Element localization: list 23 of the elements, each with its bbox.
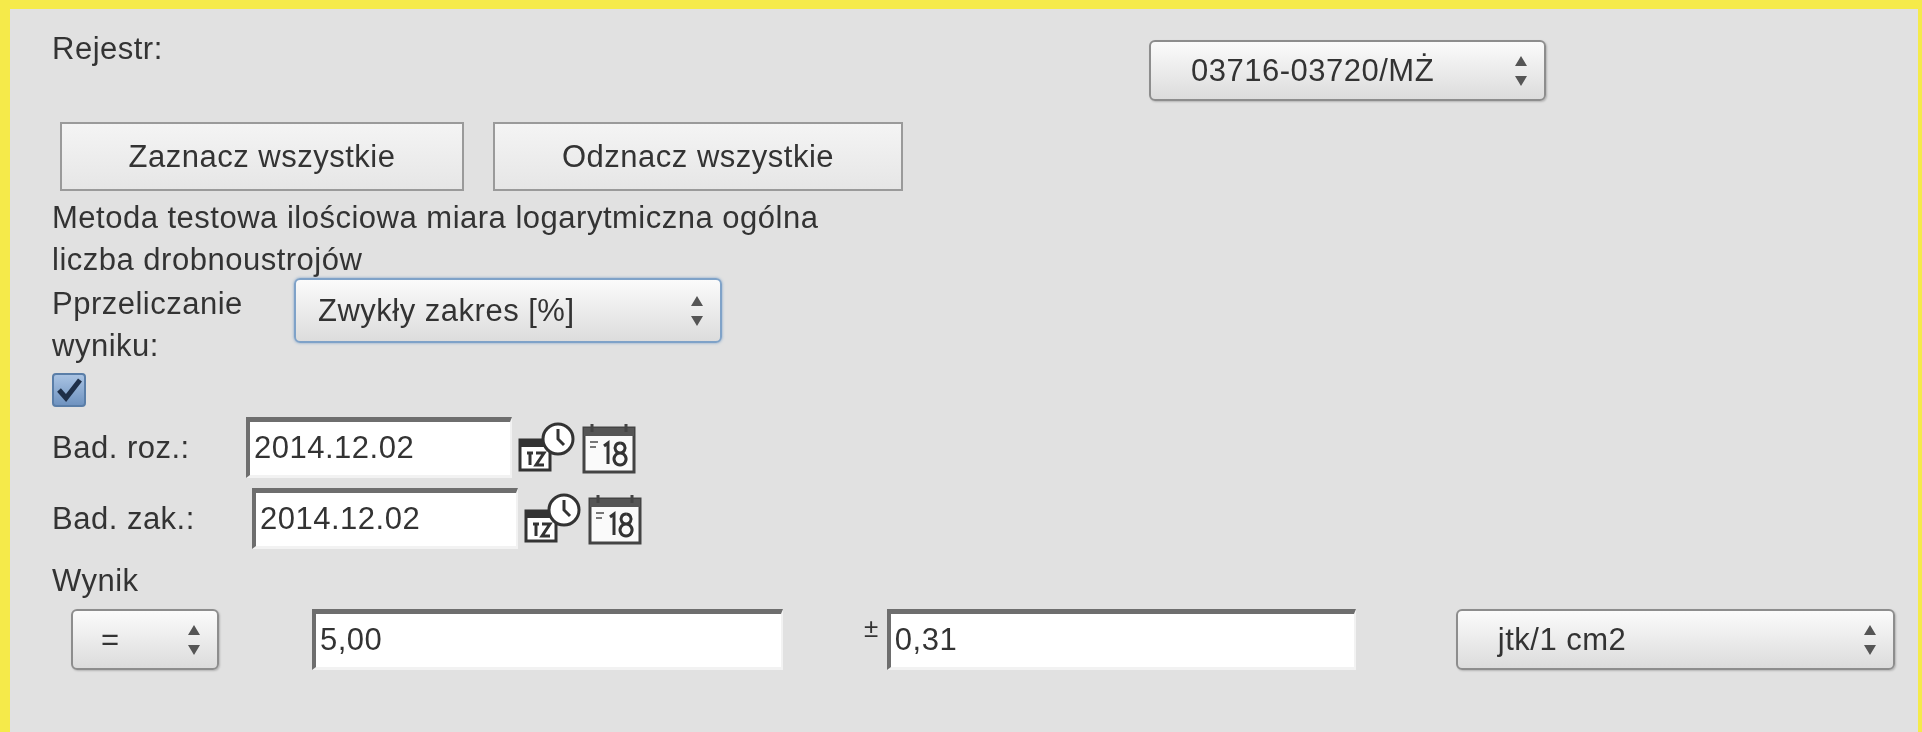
button[interactable]: Zaznacz wszystkie [60,122,464,191]
unit-select[interactable]: jtk/1 cm2 [1455,609,1895,670]
calendar-icon[interactable] [582,421,636,474]
button[interactable]: Odznacz wszystkie [493,122,903,191]
date-field[interactable]: 2014.12.02 [246,417,512,478]
calendar-clock-icon[interactable] [524,492,582,545]
register-label: Rejestr: [52,31,164,67]
operator-select[interactable]: = [71,609,219,670]
uncertainty-field[interactable]: 0,31 [886,609,1356,670]
result-label: Wynik [52,563,140,599]
register-select[interactable]: 03716-03720/MŻ [1149,40,1546,101]
conversion-select[interactable]: Zwykły zakres [%] [294,278,722,343]
calendar-icon[interactable] [588,492,642,545]
calendar-clock-icon[interactable] [518,421,576,474]
date-label: Bad. zak.: [52,500,196,537]
checkbox[interactable] [52,373,86,407]
result-value-field[interactable]: 5,00 [312,609,783,670]
conversion-label: Pprzeliczanie wyniku: [52,285,244,365]
plus-minus-sign: ± [864,613,879,644]
checkmark-icon [56,378,82,402]
method-description: Metoda testowa ilościowa miara logarytmiczna ogólna liczba drobnoustrojów [52,199,820,279]
date-field[interactable]: 2014.12.02 [252,488,518,549]
date-label: Bad. roz.: [52,429,191,466]
